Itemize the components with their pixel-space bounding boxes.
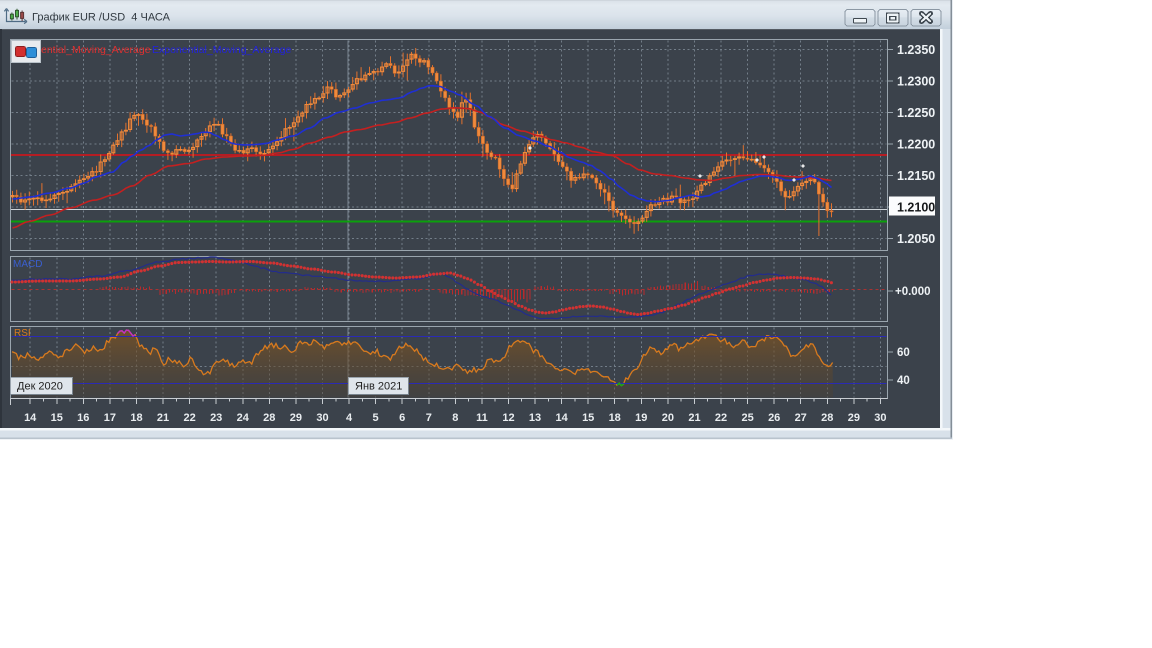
- svg-text:28: 28: [821, 412, 833, 424]
- svg-text:1.2150: 1.2150: [897, 169, 935, 183]
- svg-text:19: 19: [635, 412, 647, 424]
- svg-text:22: 22: [715, 412, 727, 424]
- svg-text:20: 20: [662, 412, 674, 424]
- svg-text:15: 15: [51, 412, 63, 424]
- svg-text:26: 26: [768, 412, 780, 424]
- svg-text:12: 12: [502, 412, 514, 424]
- svg-text:График EUR /USD 4 ЧАСА: График EUR /USD 4 ЧАСА: [32, 12, 171, 24]
- svg-text:4: 4: [346, 412, 353, 424]
- svg-text:24: 24: [237, 412, 250, 424]
- svg-text:22: 22: [183, 412, 195, 424]
- svg-text:1.2300: 1.2300: [897, 75, 935, 89]
- svg-text:30: 30: [316, 412, 328, 424]
- svg-text:+0.000: +0.000: [895, 286, 931, 298]
- svg-text:18: 18: [609, 412, 621, 424]
- svg-text:Exponential_Moving_Average: Exponential_Moving_Average: [152, 44, 291, 56]
- svg-text:18: 18: [130, 412, 142, 424]
- svg-text:60: 60: [897, 347, 910, 359]
- svg-text:25: 25: [741, 412, 753, 424]
- svg-text:21: 21: [688, 412, 700, 424]
- svg-text:ential_Moving_Average: ential_Moving_Average: [41, 44, 151, 56]
- svg-text:23: 23: [210, 412, 222, 424]
- svg-text:15: 15: [582, 412, 594, 424]
- svg-text:1.2050: 1.2050: [897, 232, 935, 246]
- svg-text:1.2250: 1.2250: [897, 106, 935, 120]
- svg-text:Дек 2020: Дек 2020: [17, 381, 63, 393]
- svg-text:RSI: RSI: [14, 328, 31, 339]
- svg-text:7: 7: [426, 412, 432, 424]
- svg-text:30: 30: [874, 412, 886, 424]
- svg-text:1.2200: 1.2200: [897, 138, 935, 152]
- svg-text:16: 16: [77, 412, 89, 424]
- svg-text:29: 29: [848, 412, 860, 424]
- svg-text:40: 40: [897, 375, 910, 387]
- svg-text:14: 14: [24, 412, 37, 424]
- svg-text:28: 28: [263, 412, 275, 424]
- svg-text:14: 14: [555, 412, 568, 424]
- svg-text:17: 17: [104, 412, 116, 424]
- svg-text:11: 11: [476, 412, 488, 424]
- svg-text:6: 6: [399, 412, 405, 424]
- svg-text:1.2100: 1.2100: [897, 201, 935, 215]
- svg-text:27: 27: [795, 412, 807, 424]
- svg-text:8: 8: [452, 412, 458, 424]
- svg-text:MACD: MACD: [13, 259, 42, 270]
- svg-text:21: 21: [157, 412, 169, 424]
- svg-text:5: 5: [373, 412, 379, 424]
- svg-text:1.2350: 1.2350: [897, 43, 935, 57]
- svg-text:13: 13: [529, 412, 541, 424]
- svg-text:Янв 2021: Янв 2021: [355, 381, 402, 393]
- svg-text:29: 29: [290, 412, 302, 424]
